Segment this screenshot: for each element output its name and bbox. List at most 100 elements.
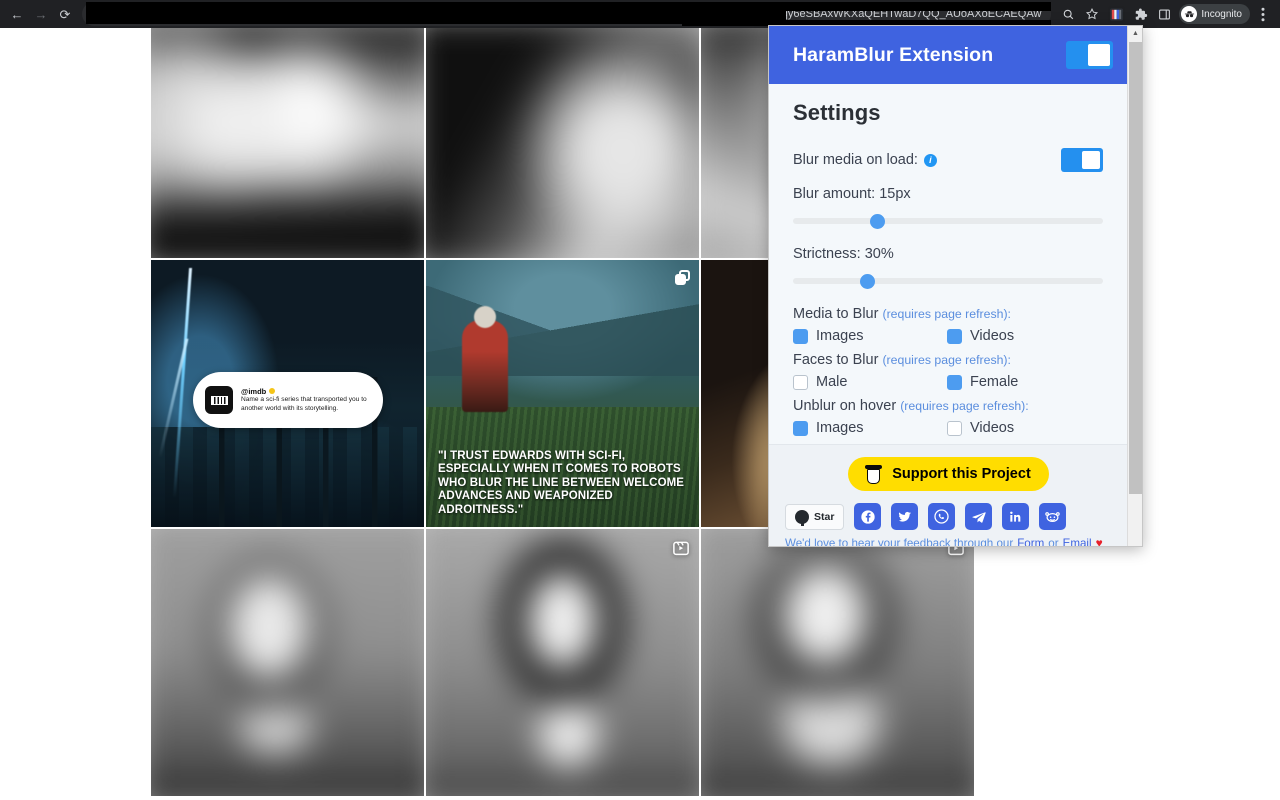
slider-track (793, 218, 1103, 224)
forward-arrow-icon[interactable]: → (30, 3, 52, 25)
whatsapp-icon (934, 509, 950, 524)
post-image (701, 529, 974, 796)
reel-icon (673, 541, 689, 556)
side-panel-icon[interactable] (1153, 3, 1175, 25)
github-icon (795, 509, 809, 526)
checkbox-box[interactable] (947, 420, 962, 436)
scrollbar-thumb[interactable] (1129, 42, 1142, 494)
toggle-knob (1088, 44, 1110, 66)
master-toggle[interactable] (1066, 41, 1113, 69)
popup-footer: Support this Project Star We'd love to h… (769, 444, 1127, 547)
post-blurred-1[interactable] (151, 28, 424, 258)
support-button-label: Support this Project (892, 466, 1031, 482)
reload-icon[interactable]: ⟳ (54, 3, 76, 25)
github-star-button[interactable]: Star (785, 503, 845, 530)
group-hint: (requires page refresh): (882, 307, 1011, 321)
blur-amount-slider[interactable] (793, 212, 1103, 230)
social-share-row: Star (785, 503, 1111, 530)
post-blurred-2[interactable] (426, 28, 699, 258)
feedback-form-link[interactable]: Form (1017, 537, 1044, 547)
group-hint: (requires page refresh): (882, 353, 1011, 367)
post-blurred-face-2[interactable] (426, 529, 699, 796)
scroll-down-arrow[interactable]: ▼ (1128, 543, 1142, 546)
post-image (151, 28, 424, 258)
url-text: lqy6eSBAxWKXaQEHTwaD7QQ_AUoAXoECAEQAw (779, 8, 1042, 20)
post-blurred-face-3[interactable] (701, 529, 974, 796)
feedback-email-link[interactable]: Email (1063, 537, 1092, 547)
coffee-cup-icon (865, 464, 883, 484)
haramblur-popup: HaramBlur Extension Settings Blur media … (768, 25, 1143, 547)
checkbox-media-images[interactable]: Images (793, 328, 947, 344)
toggle-knob (1082, 151, 1100, 169)
post-imdb-artwork[interactable]: @imdb Name a sci-fi series that transpor… (151, 260, 424, 527)
group-title-text: Media to Blur (793, 306, 879, 322)
heart-icon: ♥ (1095, 536, 1103, 547)
omnibox-wrapper[interactable]: lqy6eSBAxWKXaQEHTwaD7QQ_AUoAXoECAEQAw (82, 2, 1052, 26)
support-this-project-button[interactable]: Support this Project (847, 457, 1049, 491)
character-figure (462, 306, 508, 412)
incognito-label: Incognito (1201, 8, 1242, 20)
blur-on-load-toggle[interactable] (1061, 148, 1103, 172)
facebook-icon (861, 509, 875, 524)
navigation-buttons: ← → ⟳ (0, 3, 76, 25)
facebook-share-button[interactable] (854, 503, 882, 530)
address-bar[interactable]: lqy6eSBAxWKXaQEHTwaD7QQ_AUoAXoECAEQAw (82, 2, 1052, 26)
media-to-blur-title: Media to Blur (requires page refresh): (793, 306, 1103, 322)
reddit-icon (1045, 512, 1061, 522)
group-title-text: Faces to Blur (793, 352, 879, 368)
imdb-handle-row: @imdb (241, 387, 371, 396)
telegram-share-button[interactable] (965, 503, 993, 530)
linkedin-share-button[interactable] (1002, 503, 1030, 530)
imdb-card-body: Name a sci-fi series that transported yo… (241, 395, 367, 412)
slider-thumb[interactable] (860, 274, 876, 289)
twitter-icon (898, 511, 911, 522)
toolbar-right-icons: Incognito (1057, 3, 1280, 25)
checkbox-hover-images[interactable]: Images (793, 420, 947, 436)
popup-scrollbar[interactable]: ▲ ▼ (1127, 26, 1142, 546)
verified-badge-icon (269, 388, 276, 395)
feedback-line: We'd love to hear your feedback through … (785, 536, 1111, 547)
star-icon[interactable] (1081, 3, 1103, 25)
blur-on-load-label: Blur media on load: (793, 152, 918, 168)
checkbox-face-male[interactable]: Male (793, 374, 947, 390)
checkbox-label: Male (816, 374, 848, 390)
post-blurred-face-1[interactable] (151, 529, 424, 796)
reddit-share-button[interactable] (1039, 503, 1067, 530)
slider-track (793, 278, 1103, 284)
settings-heading: Settings (793, 100, 881, 125)
kebab-menu-icon[interactable] (1252, 3, 1274, 25)
imdb-quote-card: @imdb Name a sci-fi series that transpor… (193, 372, 383, 428)
checkbox-box[interactable] (793, 328, 808, 344)
whatsapp-share-button[interactable] (928, 503, 956, 530)
checkbox-hover-videos[interactable]: Videos (947, 420, 1101, 436)
carousel-icon (675, 270, 690, 285)
incognito-indicator[interactable]: Incognito (1179, 4, 1250, 24)
checkbox-box[interactable] (793, 420, 808, 436)
blur-amount-label: Blur amount: 15px (793, 186, 911, 202)
checkbox-box[interactable] (793, 374, 808, 390)
scroll-up-arrow[interactable]: ▲ (1128, 26, 1142, 41)
scifi-quote-text: "I TRUST EDWARDS WITH SCI-FI, ESPECIALLY… (438, 449, 685, 516)
zoom-search-icon[interactable] (1057, 3, 1079, 25)
faces-to-blur-group: Faces to Blur (requires page refresh): M… (793, 352, 1103, 390)
slider-thumb[interactable] (869, 214, 885, 229)
checkbox-box[interactable] (947, 374, 962, 390)
post-image (426, 28, 699, 258)
twitter-share-button[interactable] (891, 503, 919, 530)
checkbox-label: Images (816, 328, 864, 344)
haramblur-extension-icon[interactable] (1105, 3, 1127, 25)
checkbox-face-female[interactable]: Female (947, 374, 1101, 390)
group-title-text: Unblur on hover (793, 398, 897, 414)
post-scifi-quote[interactable]: "I TRUST EDWARDS WITH SCI-FI, ESPECIALLY… (426, 260, 699, 527)
post-image (426, 529, 699, 796)
checkbox-box[interactable] (947, 328, 962, 344)
checkbox-label: Female (970, 374, 1019, 390)
strictness-slider[interactable] (793, 272, 1103, 290)
imdb-logo-icon (205, 386, 233, 414)
popup-header: HaramBlur Extension (769, 26, 1127, 84)
checkbox-label: Videos (970, 328, 1015, 344)
puzzle-piece-icon[interactable] (1129, 3, 1151, 25)
checkbox-media-videos[interactable]: Videos (947, 328, 1101, 344)
back-arrow-icon[interactable]: ← (6, 3, 28, 25)
info-icon[interactable]: i (923, 153, 937, 167)
